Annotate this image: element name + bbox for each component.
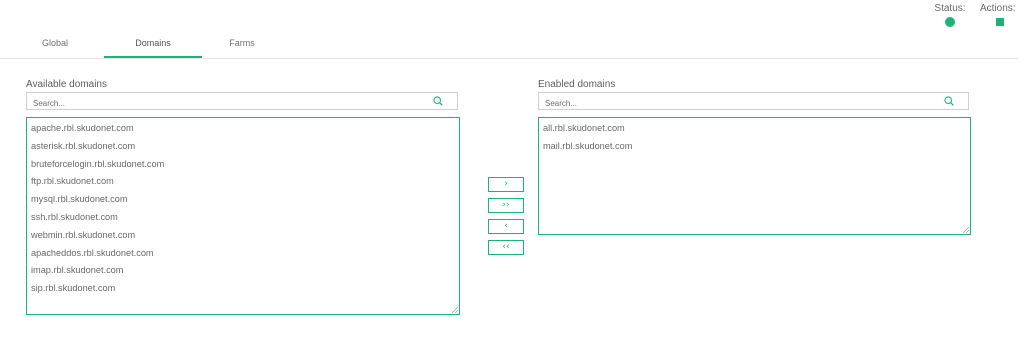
enabled-domains-list[interactable]: all.rbl.skudonet.com mail.rbl.skudonet.c… xyxy=(538,117,971,235)
resize-grip-icon[interactable] xyxy=(452,307,458,313)
available-search-box xyxy=(26,92,458,112)
actions-label: Actions: xyxy=(980,3,1016,14)
available-domains-title: Available domains xyxy=(26,79,107,90)
list-item[interactable]: sip.rbl.skudonet.com xyxy=(31,280,459,298)
move-left-button[interactable]: ‹ xyxy=(488,219,524,234)
enabled-domains-title: Enabled domains xyxy=(538,79,616,90)
list-item[interactable]: mail.rbl.skudonet.com xyxy=(543,138,970,156)
list-item[interactable]: mysql.rbl.skudonet.com xyxy=(31,191,459,209)
list-item[interactable]: apacheddos.rbl.skudonet.com xyxy=(31,245,459,263)
list-item[interactable]: ftp.rbl.skudonet.com xyxy=(31,173,459,191)
status-indicator: Status: xyxy=(930,3,970,27)
enabled-search-input[interactable] xyxy=(539,95,925,112)
tab-global[interactable]: Global xyxy=(28,30,82,57)
tab-domains[interactable]: Domains xyxy=(104,30,202,58)
tab-farms[interactable]: Farms xyxy=(210,30,274,57)
enabled-search-box xyxy=(538,92,969,112)
status-label: Status: xyxy=(934,3,966,14)
list-item[interactable]: bruteforcelogin.rbl.skudonet.com xyxy=(31,156,459,174)
move-all-right-button[interactable]: ›› xyxy=(488,198,524,213)
tab-bar: Global Domains Farms xyxy=(0,30,1018,59)
list-item[interactable]: ssh.rbl.skudonet.com xyxy=(31,209,459,227)
available-search-input[interactable] xyxy=(27,95,413,112)
available-domains-list[interactable]: apache.rbl.skudonet.com asterisk.rbl.sku… xyxy=(26,117,460,315)
status-dot-icon xyxy=(945,17,955,27)
search-icon[interactable] xyxy=(944,96,954,106)
list-item[interactable]: webmin.rbl.skudonet.com xyxy=(31,227,459,245)
move-all-left-button[interactable]: ‹‹ xyxy=(488,240,524,255)
list-item[interactable]: imap.rbl.skudonet.com xyxy=(31,262,459,280)
list-item[interactable]: apache.rbl.skudonet.com xyxy=(31,120,459,138)
resize-grip-icon[interactable] xyxy=(963,227,969,233)
list-item[interactable]: asterisk.rbl.skudonet.com xyxy=(31,138,459,156)
actions-menu[interactable]: Actions: xyxy=(980,3,1024,26)
move-right-button[interactable]: › xyxy=(488,177,524,192)
list-item[interactable]: all.rbl.skudonet.com xyxy=(543,120,970,138)
stop-square-icon[interactable] xyxy=(996,18,1004,26)
search-icon[interactable] xyxy=(433,96,443,106)
